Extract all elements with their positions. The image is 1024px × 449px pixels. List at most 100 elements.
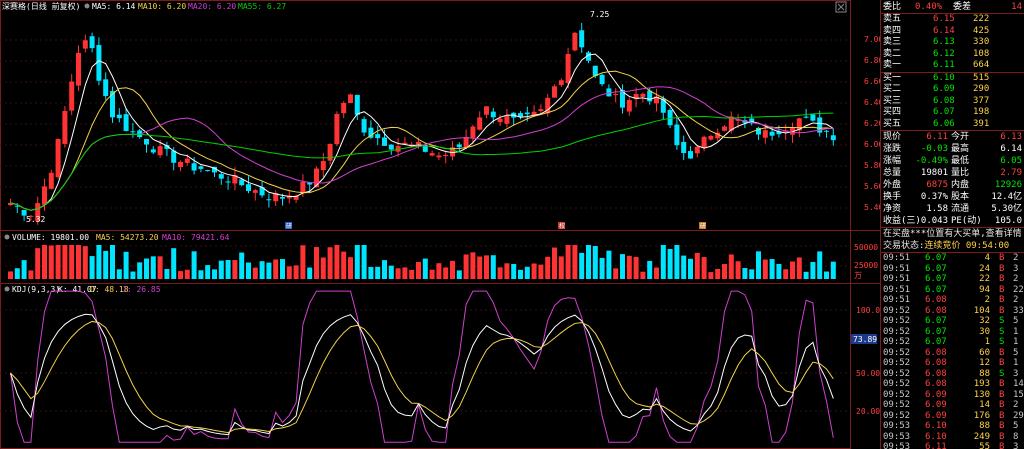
trade-volume: 176 [973, 410, 990, 421]
stat-value: 105.0 [994, 216, 1022, 226]
kline-chart-area[interactable]: 7.00 6.80 6.60 6.40 6.20 6.00 5.80 5.60 … [0, 0, 880, 449]
trade-count: 33 [1013, 305, 1024, 316]
volume-bar [103, 250, 109, 279]
order-level-label: 卖二 [883, 48, 902, 59]
quote-side-panel: 委比 0.40% 委差 14 卖五 6.15 222 卖四 6.14 425 卖三 6.13 3… [880, 0, 1024, 449]
trade-price: 6.07 [925, 263, 947, 274]
volume-bar [490, 255, 496, 279]
order-level-row[interactable]: 买三 6.08 377 [881, 96, 1024, 108]
price-tick: 6.60 [864, 77, 880, 86]
order-level-row[interactable]: 买一 6.10 515 [881, 73, 1024, 85]
volume-bar [606, 250, 612, 279]
volume-bar [654, 267, 659, 279]
price-legend: 深赛格(日线 前复权) MA5: 6.14 MA10: 6.20 MA20: 6… [2, 1, 286, 11]
trade-row: 09:52 6.08 12 B 1 [881, 358, 1024, 369]
volume-bar [633, 256, 639, 279]
candle-body [443, 154, 449, 156]
trade-row: 09:51 6.08 2 B 2 [881, 295, 1024, 306]
stat-label: 量比 [951, 168, 970, 178]
candle-body [565, 53, 571, 84]
trade-price: 6.10 [925, 431, 947, 442]
trade-count: 5 [1013, 347, 1019, 358]
volume-bar [613, 268, 619, 279]
trade-row: 09:53 6.11 55 B 3 [881, 442, 1024, 449]
volume-bar [354, 245, 360, 279]
stat-label: 涨幅 [883, 156, 902, 166]
legend-vol-ma5: MA5: 54273.20 [96, 233, 159, 242]
trade-direction: S [999, 326, 1005, 337]
chart-frame [0, 0, 851, 449]
candle-body [640, 93, 646, 97]
stat-row: 收益(三) 0.043 PE(动) 105.0 [881, 215, 1024, 227]
candle-body [320, 161, 326, 171]
candle-body [341, 102, 347, 114]
volume-bar [334, 245, 340, 279]
volume-bar [198, 270, 204, 279]
volume-tick: 25000 [854, 261, 878, 270]
volume-toggle-icon[interactable] [4, 234, 10, 240]
volume-bar [504, 263, 510, 279]
kdj-j-line [10, 290, 834, 443]
trade-volume: 4 [984, 253, 990, 263]
big-order-notice[interactable]: 在买盘***位置有大买单,查看详情 [881, 228, 1024, 240]
trade-volume: 2 [984, 295, 990, 305]
volume-bar [667, 248, 673, 279]
candle-body [701, 136, 707, 149]
trade-time: 09:53 [883, 442, 911, 449]
candle-body [599, 74, 605, 85]
order-level-row[interactable]: 买五 6.06 391 [881, 119, 1024, 131]
volume-bar [361, 245, 367, 279]
order-diff-label: 委差 [953, 2, 972, 12]
order-level-row[interactable]: 卖四 6.14 425 [881, 26, 1024, 38]
candle-body [157, 146, 163, 156]
candle-body [681, 141, 687, 154]
close-icon[interactable] [835, 1, 847, 13]
trade-row: 09:53 6.10 249 B 8 [881, 432, 1024, 443]
order-level-row[interactable]: 买二 6.09 290 [881, 84, 1024, 96]
candle-body [382, 137, 387, 146]
order-level-row[interactable]: 卖三 6.13 330 [881, 37, 1024, 49]
trade-price: 6.11 [925, 442, 947, 449]
volume-bar [382, 260, 387, 279]
chart-canvas[interactable]: 7.00 6.80 6.60 6.40 6.20 6.00 5.80 5.60 … [0, 0, 880, 449]
stat-value: 1.58 [926, 204, 948, 214]
volume-bar [572, 245, 578, 279]
volume-bar [518, 269, 523, 279]
legend-toggle-icon[interactable] [84, 3, 90, 9]
order-level-row[interactable]: 卖一 6.11 664 [881, 60, 1024, 72]
trade-count: 8 [1013, 431, 1019, 442]
trade-direction: B [999, 253, 1005, 263]
trade-count: 14 [1013, 379, 1024, 389]
legend-ma20: MA20: 6.20 [188, 2, 236, 11]
trading-status-value: 连续竞价 09:54:00 [924, 241, 1010, 251]
volume-bar [592, 245, 598, 279]
volume-bar [110, 245, 115, 279]
order-level-price: 6.10 [933, 72, 955, 83]
order-level-label: 买五 [883, 118, 902, 129]
price-tick: 6.20 [864, 119, 880, 128]
kdj-toggle-icon[interactable] [4, 286, 10, 292]
trade-row: 09:52 6.08 60 B 5 [881, 348, 1024, 359]
trade-direction: S [999, 337, 1005, 347]
stat-value: 12926 [994, 180, 1022, 190]
candle-body [348, 94, 353, 104]
order-level-row[interactable]: 卖二 6.12 108 [881, 49, 1024, 61]
candle-body [558, 80, 564, 85]
order-level-row[interactable]: 买四 6.07 198 [881, 107, 1024, 119]
order-level-row[interactable]: 卖五 6.15 222 [881, 14, 1024, 26]
candle-body [524, 112, 530, 115]
volume-bar [538, 264, 544, 279]
stat-value: 0.37% [920, 192, 948, 202]
volume-bar [76, 245, 81, 279]
candle-body [463, 136, 469, 148]
price-tick: 6.40 [864, 98, 880, 107]
trade-time: 09:53 [883, 421, 911, 431]
volume-bar [456, 270, 462, 279]
tick-trades-list[interactable]: 09:51 6.07 4 B 2 09:51 6.07 24 B 3 09:51 6.07 22 B 2 09… [881, 253, 1024, 449]
candle-body [416, 141, 421, 145]
volume-bar [409, 269, 415, 279]
volume-bar [137, 262, 143, 279]
trade-time: 09:52 [883, 316, 911, 326]
trade-direction: B [999, 379, 1005, 389]
trade-volume: 88 [979, 421, 990, 431]
